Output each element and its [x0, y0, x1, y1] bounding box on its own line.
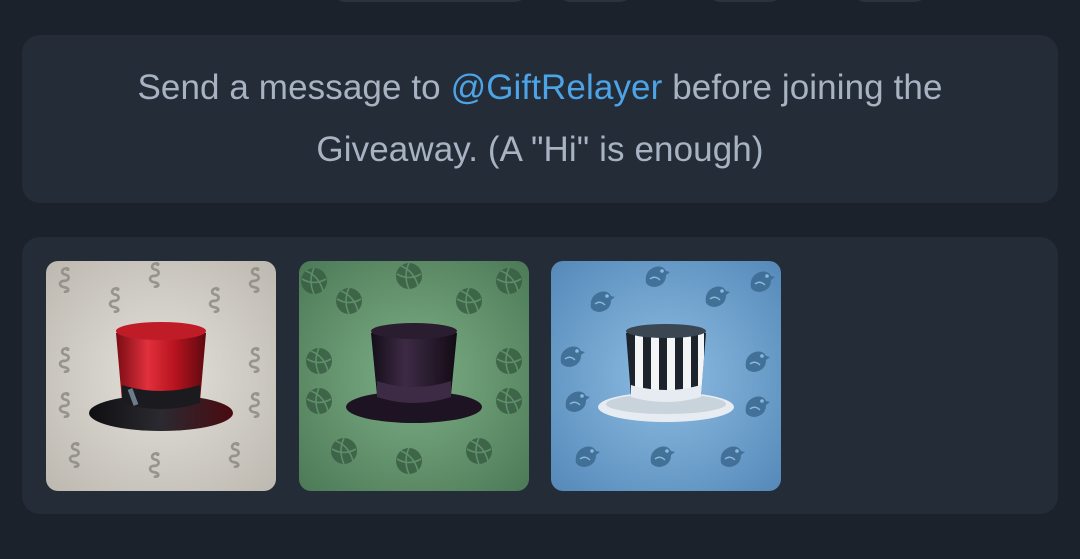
message-card: Send a message to @GiftRelayer before jo… — [22, 35, 1058, 203]
top-pill-3[interactable] — [705, 0, 785, 2]
top-pill-1[interactable] — [330, 0, 530, 2]
top-pill-2[interactable] — [555, 0, 635, 2]
gift-image — [46, 261, 276, 491]
gift-tile-striped-top-hat[interactable] — [551, 261, 781, 491]
gift-relayer-link[interactable]: @GiftRelayer — [451, 68, 663, 107]
gift-tile-black-top-hat[interactable] — [299, 261, 529, 491]
gift-image — [299, 261, 529, 491]
giveaway-screen: Send a message to @GiftRelayer before jo… — [0, 0, 1080, 559]
gift-image — [551, 261, 781, 491]
gift-tile-red-top-hat[interactable] — [46, 261, 276, 491]
top-pill-4[interactable] — [850, 0, 930, 2]
message-prefix: Send a message to — [137, 68, 441, 107]
message-text: Send a message to @GiftRelayer before jo… — [92, 57, 988, 181]
gifts-card — [22, 237, 1058, 514]
